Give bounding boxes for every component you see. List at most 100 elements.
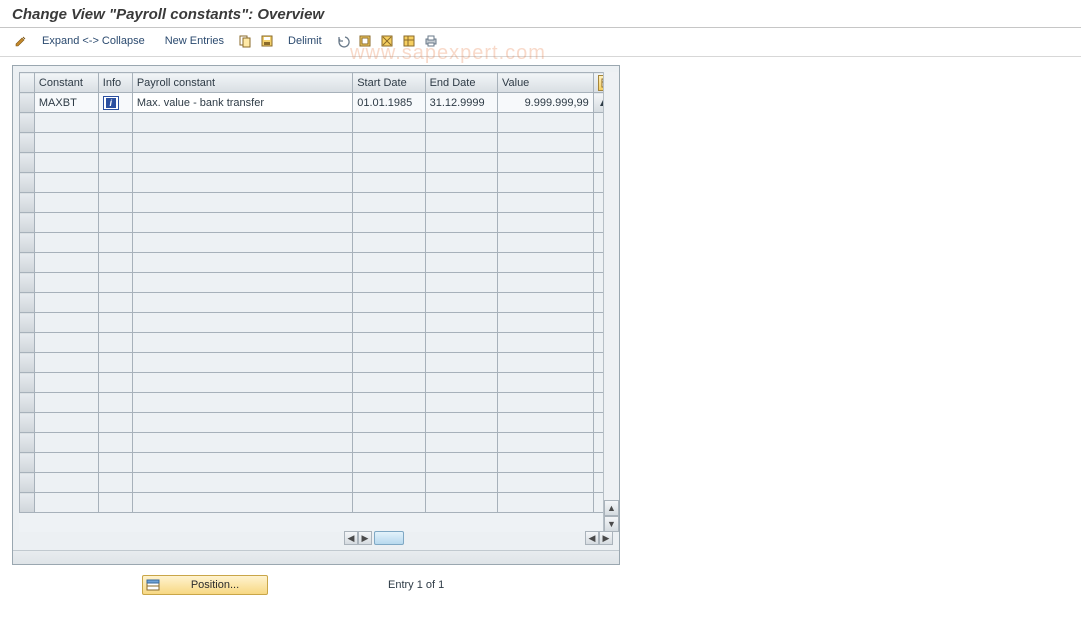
cell-constant[interactable] bbox=[34, 393, 98, 413]
cell-payroll-constant[interactable] bbox=[132, 253, 352, 273]
info-icon[interactable]: i bbox=[103, 96, 119, 110]
cell-payroll-constant[interactable] bbox=[132, 233, 352, 253]
cell-end-date[interactable] bbox=[425, 393, 497, 413]
scroll-up-spin[interactable]: ▲ bbox=[604, 500, 619, 516]
cell-payroll-constant[interactable] bbox=[132, 213, 352, 233]
row-selector[interactable] bbox=[20, 473, 35, 493]
cell-end-date[interactable] bbox=[425, 493, 497, 513]
cell-payroll-constant[interactable] bbox=[132, 373, 352, 393]
cell-end-date[interactable] bbox=[425, 193, 497, 213]
row-selector[interactable] bbox=[20, 173, 35, 193]
cell-end-date[interactable] bbox=[425, 373, 497, 393]
table-row[interactable] bbox=[20, 253, 613, 273]
cell-end-date[interactable] bbox=[425, 353, 497, 373]
cell-constant[interactable] bbox=[34, 353, 98, 373]
cell-end-date[interactable] bbox=[425, 453, 497, 473]
cell-start-date[interactable] bbox=[353, 173, 425, 193]
table-row[interactable] bbox=[20, 333, 613, 353]
cell-payroll-constant[interactable]: Max. value - bank transfer bbox=[132, 93, 352, 113]
cell-info[interactable] bbox=[98, 173, 132, 193]
save-icon[interactable] bbox=[258, 32, 276, 50]
row-selector[interactable] bbox=[20, 233, 35, 253]
cell-info[interactable] bbox=[98, 253, 132, 273]
cell-constant[interactable] bbox=[34, 133, 98, 153]
cell-end-date[interactable] bbox=[425, 333, 497, 353]
table-row[interactable] bbox=[20, 173, 613, 193]
cell-start-date[interactable] bbox=[353, 313, 425, 333]
cell-constant[interactable] bbox=[34, 313, 98, 333]
cell-payroll-constant[interactable] bbox=[132, 413, 352, 433]
cell-start-date[interactable] bbox=[353, 133, 425, 153]
cell-value[interactable] bbox=[497, 113, 593, 133]
cell-value[interactable] bbox=[497, 373, 593, 393]
cell-value[interactable] bbox=[497, 133, 593, 153]
cell-start-date[interactable] bbox=[353, 353, 425, 373]
cell-info[interactable] bbox=[98, 313, 132, 333]
cell-end-date[interactable] bbox=[425, 433, 497, 453]
hscroll-right[interactable]: ▶ bbox=[358, 531, 372, 545]
row-selector[interactable] bbox=[20, 153, 35, 173]
col-header-start-date[interactable]: Start Date bbox=[353, 73, 425, 93]
table-row[interactable] bbox=[20, 193, 613, 213]
cell-start-date[interactable] bbox=[353, 473, 425, 493]
row-selector[interactable] bbox=[20, 293, 35, 313]
cell-value[interactable]: 9.999.999,99 bbox=[497, 93, 593, 113]
cell-constant[interactable] bbox=[34, 253, 98, 273]
cell-end-date[interactable] bbox=[425, 233, 497, 253]
cell-start-date[interactable] bbox=[353, 433, 425, 453]
cell-end-date[interactable] bbox=[425, 313, 497, 333]
cell-constant[interactable] bbox=[34, 493, 98, 513]
cell-constant[interactable] bbox=[34, 373, 98, 393]
cell-payroll-constant[interactable] bbox=[132, 453, 352, 473]
col-header-payroll-constant[interactable]: Payroll constant bbox=[132, 73, 352, 93]
cell-info[interactable] bbox=[98, 193, 132, 213]
table-row[interactable] bbox=[20, 433, 613, 453]
cell-constant[interactable] bbox=[34, 273, 98, 293]
print-icon[interactable] bbox=[422, 32, 440, 50]
cell-value[interactable] bbox=[497, 293, 593, 313]
cell-payroll-constant[interactable] bbox=[132, 113, 352, 133]
cell-payroll-constant[interactable] bbox=[132, 153, 352, 173]
cell-value[interactable] bbox=[497, 273, 593, 293]
hscroll-left-2[interactable]: ◀ bbox=[585, 531, 599, 545]
col-header-constant[interactable]: Constant bbox=[34, 73, 98, 93]
cell-end-date[interactable]: 31.12.9999 bbox=[425, 93, 497, 113]
cell-constant[interactable] bbox=[34, 413, 98, 433]
col-header-value[interactable]: Value bbox=[497, 73, 593, 93]
cell-constant[interactable] bbox=[34, 453, 98, 473]
row-selector[interactable] bbox=[20, 393, 35, 413]
cell-constant[interactable] bbox=[34, 153, 98, 173]
row-selector[interactable] bbox=[20, 433, 35, 453]
cell-value[interactable] bbox=[497, 333, 593, 353]
row-selector[interactable] bbox=[20, 413, 35, 433]
cell-payroll-constant[interactable] bbox=[132, 473, 352, 493]
cell-value[interactable] bbox=[497, 313, 593, 333]
cell-value[interactable] bbox=[497, 173, 593, 193]
cell-info[interactable] bbox=[98, 353, 132, 373]
cell-constant[interactable]: MAXBT bbox=[34, 93, 98, 113]
table-row[interactable] bbox=[20, 473, 613, 493]
cell-info[interactable] bbox=[98, 293, 132, 313]
table-row[interactable] bbox=[20, 113, 613, 133]
table-row[interactable] bbox=[20, 133, 613, 153]
row-selector[interactable] bbox=[20, 453, 35, 473]
row-selector[interactable] bbox=[20, 313, 35, 333]
cell-info[interactable] bbox=[98, 453, 132, 473]
row-selector[interactable] bbox=[20, 333, 35, 353]
scrollbar-track[interactable] bbox=[604, 72, 619, 500]
hscroll-left[interactable]: ◀ bbox=[344, 531, 358, 545]
cell-value[interactable] bbox=[497, 493, 593, 513]
toggle-edit-icon[interactable] bbox=[12, 32, 30, 50]
table-row[interactable] bbox=[20, 153, 613, 173]
cell-value[interactable] bbox=[497, 453, 593, 473]
cell-end-date[interactable] bbox=[425, 273, 497, 293]
table-row[interactable] bbox=[20, 353, 613, 373]
cell-value[interactable] bbox=[497, 353, 593, 373]
cell-start-date[interactable] bbox=[353, 113, 425, 133]
cell-start-date[interactable] bbox=[353, 193, 425, 213]
cell-info[interactable] bbox=[98, 273, 132, 293]
vertical-scrollbar[interactable]: ▲ ▼ bbox=[603, 72, 619, 532]
col-header-end-date[interactable]: End Date bbox=[425, 73, 497, 93]
cell-payroll-constant[interactable] bbox=[132, 273, 352, 293]
cell-start-date[interactable] bbox=[353, 213, 425, 233]
